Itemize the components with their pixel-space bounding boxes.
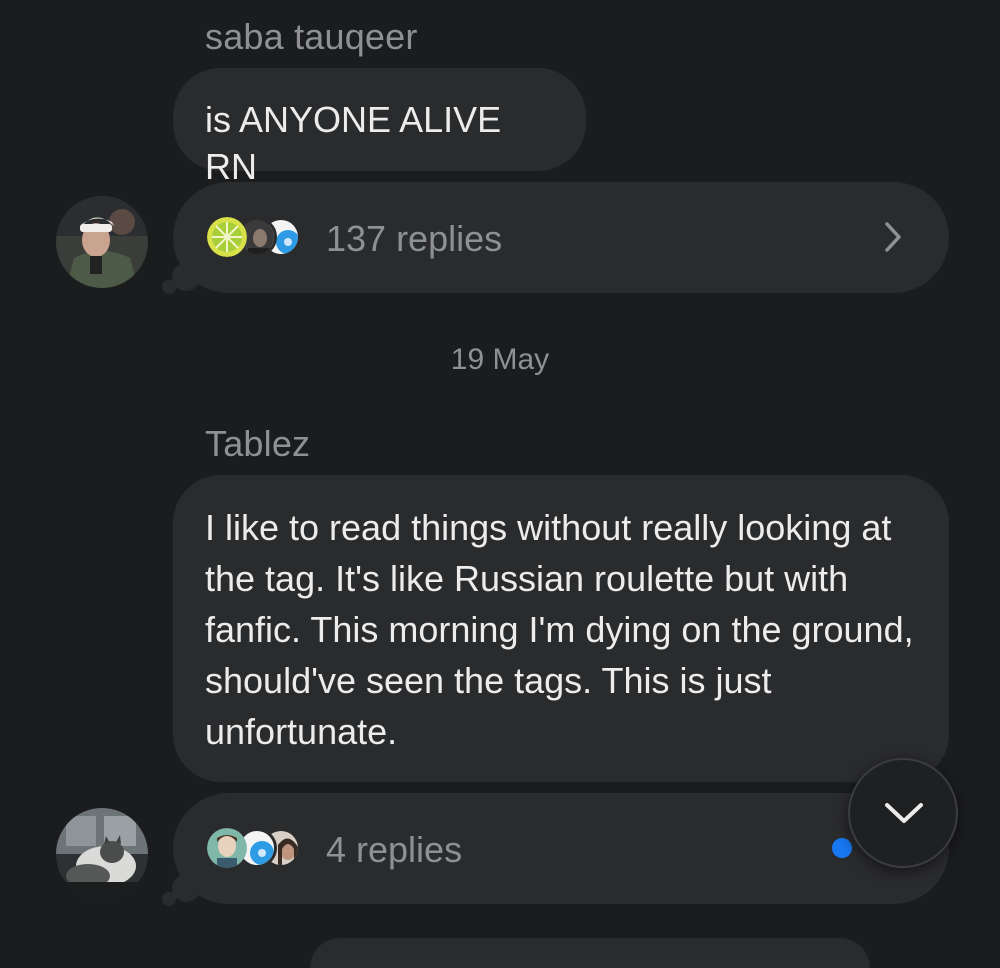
- message-bubble[interactable]: is ANYONE ALIVE RN: [173, 68, 586, 187]
- scroll-to-bottom-button[interactable]: [848, 758, 958, 868]
- replies-count: 4 replies: [326, 829, 463, 870]
- participant-avatar: [207, 217, 247, 257]
- date-separator: 19 May: [450, 343, 550, 376]
- participant-avatar: [207, 828, 247, 868]
- replies-count: 137 replies: [326, 218, 503, 259]
- bubble-tail-dot: [162, 280, 176, 294]
- message-text: I like to read things without really loo…: [205, 507, 914, 752]
- next-message-bubble: [310, 938, 870, 968]
- message-bubble[interactable]: I like to read things without really loo…: [173, 475, 949, 782]
- bubble-tail-dot: [162, 892, 176, 906]
- thread-replies-bar[interactable]: 137 replies: [173, 182, 949, 293]
- chevron-right-icon[interactable]: [877, 220, 907, 254]
- avatar[interactable]: [56, 808, 148, 900]
- message-text: is ANYONE ALIVE RN: [205, 99, 502, 187]
- chevron-down-icon: [883, 797, 925, 827]
- avatar[interactable]: [56, 196, 148, 288]
- unread-indicator: [832, 838, 852, 858]
- sender-name[interactable]: Tablez: [205, 423, 310, 465]
- sender-name[interactable]: saba tauqeer: [205, 16, 418, 58]
